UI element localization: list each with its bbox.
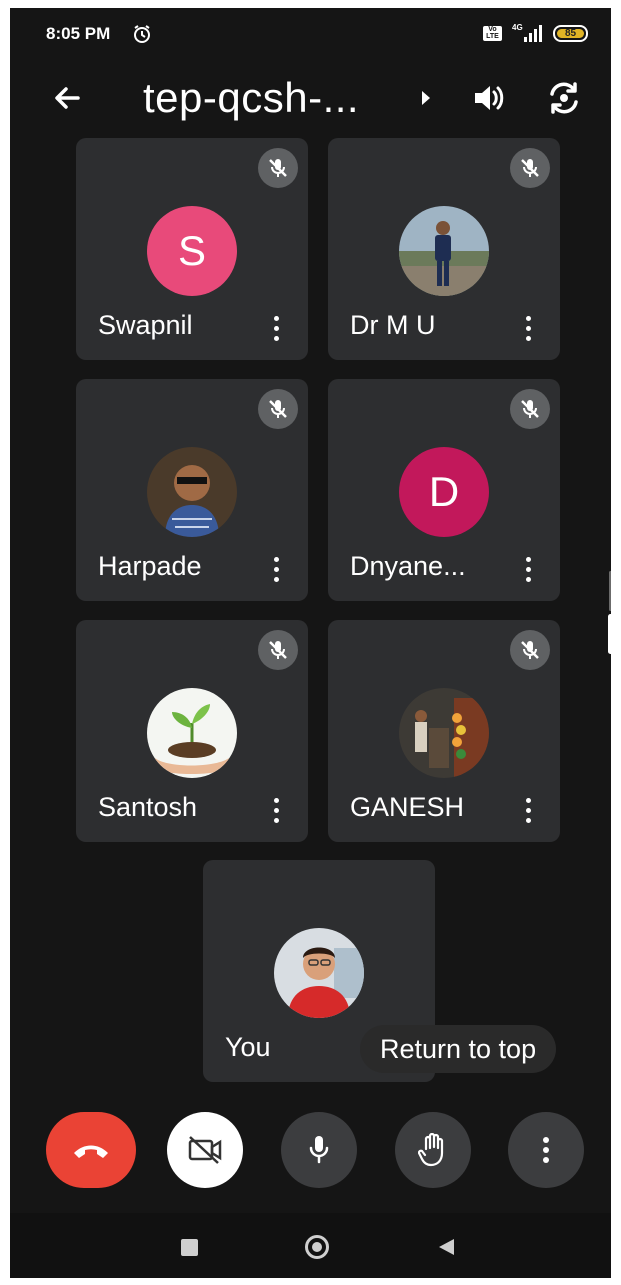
participant-name: GANESH bbox=[350, 792, 465, 822]
meet-screen: 8:05 PM Vo LTE 4G 85 tep-qcsh-... S Swap… bbox=[10, 8, 611, 1278]
mic-off-icon bbox=[510, 389, 550, 429]
self-name: You bbox=[225, 1032, 271, 1062]
participant-tile[interactable]: D Dnyane... bbox=[328, 379, 560, 601]
svg-text:4G: 4G bbox=[512, 23, 523, 32]
more-vert-icon[interactable] bbox=[266, 796, 286, 826]
camera-flip-icon[interactable] bbox=[546, 80, 582, 121]
avatar: S bbox=[147, 206, 237, 296]
status-time: 8:05 PM bbox=[46, 24, 111, 43]
more-vert-icon[interactable] bbox=[518, 796, 538, 826]
participant-tile[interactable]: Dr M U bbox=[328, 138, 560, 360]
camera-off-icon bbox=[188, 1136, 222, 1164]
signal-icon: 4G bbox=[510, 22, 546, 49]
more-options-button[interactable] bbox=[508, 1112, 584, 1188]
meeting-title[interactable]: tep-qcsh-... bbox=[143, 74, 359, 122]
speaker-icon[interactable] bbox=[472, 82, 506, 119]
mic-icon bbox=[309, 1136, 329, 1164]
participant-tile[interactable]: GANESH bbox=[328, 620, 560, 842]
more-vert-icon[interactable] bbox=[266, 555, 286, 585]
chevron-right-icon[interactable] bbox=[420, 90, 432, 111]
more-vert-icon bbox=[543, 1137, 549, 1163]
camera-toggle-button[interactable] bbox=[167, 1112, 243, 1188]
return-to-top-button[interactable]: Return to top bbox=[360, 1025, 557, 1073]
raise-hand-button[interactable] bbox=[395, 1112, 471, 1188]
raise-hand-icon bbox=[418, 1133, 444, 1167]
participant-tile[interactable]: S Swapnil bbox=[76, 138, 308, 360]
back-arrow-icon[interactable] bbox=[48, 78, 88, 118]
status-bar: 8:05 PM Vo LTE 4G 85 bbox=[10, 8, 611, 58]
mic-off-icon bbox=[258, 630, 298, 670]
microphone-button[interactable] bbox=[281, 1112, 357, 1188]
mic-off-icon bbox=[258, 148, 298, 188]
more-vert-icon[interactable] bbox=[518, 555, 538, 585]
avatar-photo bbox=[147, 688, 237, 778]
system-nav-bar bbox=[10, 1213, 611, 1278]
scrollbar-thumb[interactable] bbox=[608, 614, 611, 654]
avatar-initial: D bbox=[428, 468, 460, 515]
more-vert-icon[interactable] bbox=[266, 314, 286, 344]
mic-off-icon bbox=[510, 148, 550, 188]
end-call-button[interactable] bbox=[46, 1112, 136, 1188]
participant-name: Swapnil bbox=[98, 310, 193, 340]
avatar-photo bbox=[399, 688, 489, 778]
call-header: tep-qcsh-... bbox=[10, 58, 611, 138]
avatar-photo bbox=[399, 206, 489, 296]
avatar-initial: S bbox=[177, 227, 206, 274]
avatar-photo bbox=[274, 928, 364, 1018]
mic-off-icon bbox=[510, 630, 550, 670]
avatar: D bbox=[399, 447, 489, 537]
participant-tile[interactable]: Harpade bbox=[76, 379, 308, 601]
participant-tile[interactable]: Santosh bbox=[76, 620, 308, 842]
more-vert-icon[interactable] bbox=[518, 314, 538, 344]
mic-off-icon bbox=[258, 389, 298, 429]
battery-level: 85 bbox=[557, 29, 584, 39]
home-icon[interactable] bbox=[305, 1235, 329, 1259]
nav-back-icon[interactable] bbox=[436, 1237, 456, 1262]
recents-icon[interactable] bbox=[181, 1239, 198, 1256]
volte-icon: Vo LTE bbox=[483, 26, 502, 41]
battery-icon: 85 bbox=[553, 25, 588, 42]
scrollbar-track bbox=[609, 571, 611, 611]
end-call-icon bbox=[74, 1145, 108, 1158]
participant-name: Harpade bbox=[98, 551, 202, 581]
participant-name: Dr M U bbox=[350, 310, 436, 340]
alarm-icon bbox=[132, 24, 152, 49]
participant-name: Santosh bbox=[98, 792, 198, 822]
avatar-photo bbox=[147, 447, 237, 537]
participant-name: Dnyane... bbox=[350, 551, 466, 581]
